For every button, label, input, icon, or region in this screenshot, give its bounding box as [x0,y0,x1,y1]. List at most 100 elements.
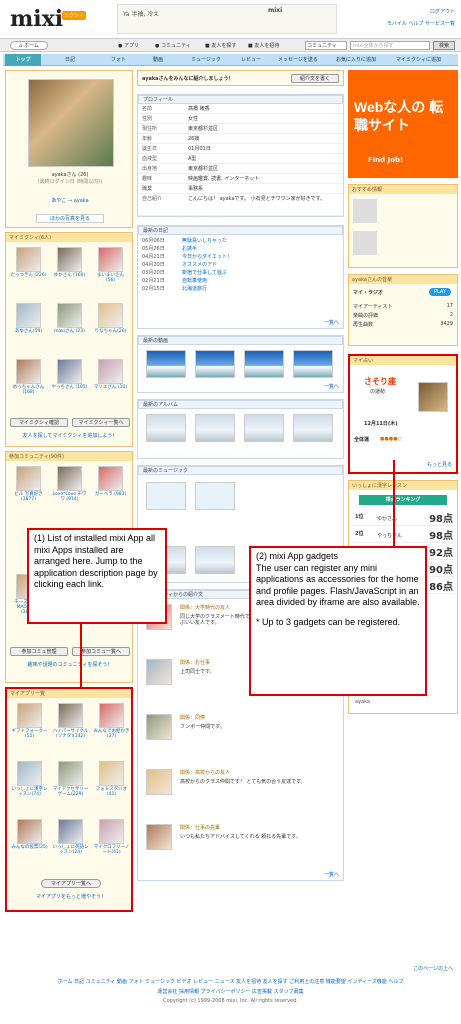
search-button[interactable]: 検索 [433,41,455,50]
tab-diary[interactable]: 日記 [65,56,75,63]
logout-link[interactable]: ログアウト [430,8,455,15]
friend[interactable]: あゆさん(59) [10,303,47,334]
diary-title[interactable]: お誘手 [182,246,197,252]
app-item-thumb[interactable] [99,703,124,728]
app-item-thumb[interactable] [58,761,83,786]
app-item[interactable]: ハイパーサイクル(ソナタ)(142) [52,703,89,739]
app-item[interactable]: マイアクセサリーゲーム(229) [52,761,89,797]
diary-row[interactable]: 03月20日 新宿で仕事して遊ぶ [142,269,339,277]
community-thumb[interactable] [16,466,41,491]
tab-add-favorite[interactable]: お気に入りに追加 [336,56,376,63]
tab-video[interactable]: 動画 [153,56,163,63]
diary-title[interactable]: 北海道旅行 [182,286,207,292]
app-item[interactable]: みんなでお絵かき(37) [93,703,130,739]
app-item-thumb[interactable] [17,761,42,786]
diary-title[interactable]: 新宿で仕事して遊ぶ [182,270,227,276]
video-thumbnail[interactable] [293,350,333,378]
home-button[interactable]: ⌂ ホーム [10,41,48,50]
friend[interactable]: めっちゃんさん (168) [10,359,47,395]
friend-thumb[interactable] [98,247,123,272]
recommend-thumb[interactable] [353,199,377,223]
friend[interactable]: やっちさん (105) [51,359,88,390]
search-input[interactable]: mixi全体から探す [350,41,430,50]
profile-name[interactable]: あやこ → ayaka [6,197,134,204]
friend-thumb[interactable] [98,303,123,328]
intro-avatar[interactable] [146,824,172,850]
friend[interactable]: マリエさん (10) [92,359,129,390]
diary-row[interactable]: 06月06日 無駄買いしちゃった [142,237,339,245]
friend-thumb[interactable] [16,303,41,328]
community-thumb[interactable] [98,466,123,491]
video-more-link[interactable]: 一覧へ [324,383,339,390]
friend-thumb[interactable] [57,359,82,384]
app-item[interactable]: ギフトフォークー(55) [11,703,48,739]
friend[interactable]: りなちゃん(26) [92,303,129,334]
tab-send-message[interactable]: メッセージを送る [278,56,318,63]
app-item[interactable]: いっしょに漢字レッスン(74) [11,761,48,797]
app-item-thumb[interactable] [17,703,42,728]
app-link[interactable]: ● アプリ [118,42,139,49]
more-photos-link[interactable]: ほかの写真を見る [36,214,104,223]
community[interactable]: ガーベラ (983) [92,466,129,497]
diary-row[interactable]: 04月21日 今日からダイエット！ [142,253,339,261]
tab-top[interactable]: トップ [5,54,41,66]
write-intro-button[interactable]: 紹介文を書く [291,74,339,83]
friend[interactable]: たっつきん (226) [10,247,47,278]
friend-thumb[interactable] [16,247,41,272]
friend-thumb[interactable] [16,359,41,384]
diary-more-link[interactable]: 一覧へ [324,319,339,326]
my-apps-list-button[interactable]: マイアプリ一覧へ [41,879,101,888]
music-thumbnail[interactable] [146,482,186,510]
app-item-thumb[interactable] [58,819,83,844]
tab-photo[interactable]: フォト [111,56,126,63]
album-thumbnail[interactable] [195,414,235,442]
album-thumbnail[interactable] [146,414,186,442]
footer-links-secondary[interactable]: 運営会社 採用情報 プライバシーポリシー 広告掲載 スタッフ募集 [0,988,461,995]
community-thumb[interactable] [57,466,82,491]
tab-add-mymixi[interactable]: マイミクシィに追加 [396,56,441,63]
fortune-more-link[interactable]: もっと見る [427,461,452,468]
tab-review[interactable]: レビュー [241,56,261,63]
footer-links[interactable]: ホーム 日記 コミュニティ 動画 フォト ミュージック ビデオ レビュー ニュー… [0,978,461,985]
diary-row[interactable]: 02月15日 北海道旅行 [142,285,339,293]
video-thumbnail[interactable] [146,350,186,378]
community[interactable]: ビル 写真好き (3877) [10,466,47,502]
find-friends-prompt[interactable]: 友人を探してマイミクシィを追加しよう！ [10,432,130,439]
search-scope-select[interactable]: コミュニティ [305,41,347,50]
app-item-thumb[interactable] [99,819,124,844]
app-item-thumb[interactable] [58,703,83,728]
diary-title[interactable]: 自転車使用 [182,278,207,284]
recommend-thumb[interactable] [353,231,377,255]
community-manage-button[interactable]: 参加コミュ管理 [10,647,68,656]
invite-friends-link[interactable]: ■ 友人を招待 [248,42,279,49]
job-ad[interactable]: Webな人の 転職サイト Find Job! [348,70,458,178]
video-thumbnail[interactable] [195,350,235,378]
friend[interactable]: まいまいさん (56) [92,247,129,283]
community[interactable]: Love*Love チワワ (914) [51,466,88,502]
album-thumbnail[interactable] [293,414,333,442]
friend-thumb[interactable] [98,359,123,384]
header-banner[interactable]: Ya 半袖, 冷え mixi [117,4,337,34]
community-link[interactable]: ● コミュニティ [155,42,191,49]
app-item[interactable]: フォトスタジオ(41) [93,761,130,797]
diary-row[interactable]: 02月21日 自転車使用 [142,277,339,285]
intro-avatar[interactable] [146,769,172,795]
diary-row[interactable]: 04月20日 オススメのアド [142,261,339,269]
diary-title[interactable]: 無駄買いしちゃった [182,238,227,244]
mymixi-list-button[interactable]: マイミクシィ一覧へ [72,418,130,427]
diary-row[interactable]: 05月26日 お誘手 [142,245,339,253]
music-thumbnail[interactable] [195,482,235,510]
music-thumbnail[interactable] [195,546,235,574]
find-community-prompt[interactable]: 趣味や話題のコミュニティを探そう！ [10,661,130,668]
radio-play-button[interactable]: PLAY [428,288,451,296]
mymixi-manage-button[interactable]: マイミクシィ確認 [10,418,68,427]
page-top-link[interactable]: このページの上へ [413,965,453,972]
friend-thumb[interactable] [57,303,82,328]
profile-photo[interactable] [28,79,114,167]
app-item[interactable]: みんなの投票(25) [11,819,48,850]
header-links[interactable]: モバイル ヘルプ サービス一覧 [387,20,455,27]
video-thumbnail[interactable] [244,350,284,378]
app-item[interactable]: マイクロフリーノート(41) [93,819,130,855]
diary-title[interactable]: 今日からダイエット！ [182,254,232,260]
friend[interactable]: ゆかさん (166) [51,247,88,278]
